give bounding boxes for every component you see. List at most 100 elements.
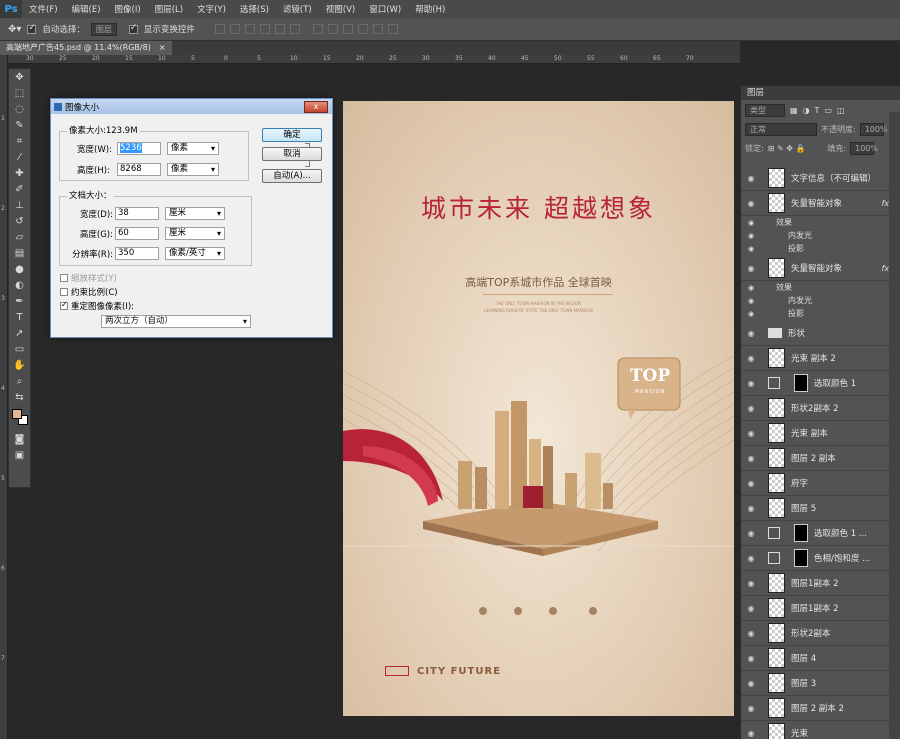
menu-layer[interactable]: 图层(L) — [148, 3, 190, 15]
resample-method-dropdown[interactable]: 两次立方（自动） — [101, 315, 251, 328]
layer-mask-thumbnail[interactable] — [794, 524, 808, 542]
path-select-icon[interactable]: ➚ — [9, 325, 30, 341]
hand-tool-icon[interactable]: ✋ — [9, 357, 30, 373]
layer-thumbnail[interactable] — [768, 258, 785, 278]
scale-styles-checkbox[interactable] — [60, 274, 68, 282]
eye-icon[interactable]: ◉ — [744, 479, 758, 488]
pixel-height-unit-dropdown[interactable]: 像素 — [167, 163, 219, 176]
menu-edit[interactable]: 编辑(E) — [65, 3, 108, 15]
distribute-hcenter-icon[interactable] — [372, 24, 383, 34]
close-icon[interactable]: × — [159, 41, 166, 55]
ok-button[interactable]: 确定 — [262, 128, 322, 142]
layer-effect-row[interactable]: ◉ 内发光 — [741, 229, 890, 242]
eye-icon[interactable]: ◉ — [744, 329, 758, 338]
eye-icon[interactable]: ◉ — [744, 554, 758, 563]
eye-icon[interactable]: ◉ — [744, 404, 758, 413]
filter-smart-icon[interactable]: ◫ — [837, 106, 845, 115]
layer-row[interactable]: ◉ 光束 副本 2 — [741, 346, 890, 371]
resolution-unit-dropdown[interactable]: 像素/英寸 — [165, 247, 225, 260]
adjustment-icon[interactable] — [768, 552, 780, 564]
layer-row[interactable]: ◉ 形状2副本 2 — [741, 396, 890, 421]
distribute-bottom-icon[interactable] — [342, 24, 353, 34]
filter-type-icon[interactable]: T — [815, 106, 820, 115]
eye-icon[interactable]: ◉ — [744, 679, 758, 688]
menu-file[interactable]: 文件(F) — [22, 3, 65, 15]
menu-select[interactable]: 选择(S) — [233, 3, 276, 15]
eye-icon[interactable]: ◉ — [744, 729, 758, 738]
layer-row[interactable]: ◉ 形状2副本 — [741, 621, 890, 646]
eye-icon[interactable]: ◉ — [744, 654, 758, 663]
fill-input[interactable]: 100% — [850, 142, 878, 155]
lasso-tool-icon[interactable]: ◌ — [9, 101, 30, 117]
menu-type[interactable]: 文字(Y) — [190, 3, 233, 15]
layer-effect-row[interactable]: ◉ 投影 — [741, 307, 890, 320]
eye-icon[interactable]: ◉ — [744, 297, 758, 305]
layer-thumbnail[interactable] — [768, 723, 785, 739]
eye-icon[interactable]: ◉ — [744, 174, 758, 183]
menu-filter[interactable]: 滤镜(T) — [276, 3, 319, 15]
eye-icon[interactable]: ◉ — [744, 454, 758, 463]
move-tool-icon[interactable]: ✥▾ — [8, 24, 21, 35]
menu-view[interactable]: 视图(V) — [319, 3, 362, 15]
layer-thumbnail[interactable] — [768, 698, 785, 718]
auto-select-checkbox[interactable] — [27, 23, 37, 34]
filter-adjust-icon[interactable]: ◑ — [803, 106, 810, 115]
layer-row[interactable]: ◉ 选取颜色 1 — [741, 371, 890, 396]
doc-height-input[interactable]: 60 — [115, 227, 159, 240]
layer-thumbnail[interactable] — [768, 598, 785, 618]
lock-pixels-icon[interactable]: ⊞ ✎ ✥ 🔒 — [768, 144, 806, 153]
pixel-width-unit-dropdown[interactable]: 像素 — [167, 142, 219, 155]
show-transform-checkbox[interactable] — [128, 23, 138, 34]
cancel-button[interactable]: 取消 — [262, 147, 322, 161]
doc-width-input[interactable]: 38 — [115, 207, 159, 220]
doc-height-unit-dropdown[interactable]: 厘米 — [165, 227, 225, 240]
opacity-input[interactable]: 100% — [859, 123, 888, 136]
align-right-icon[interactable] — [289, 24, 300, 34]
menu-help[interactable]: 帮助(H) — [408, 3, 452, 15]
menu-window[interactable]: 窗口(W) — [362, 3, 408, 15]
eye-icon[interactable]: ◉ — [744, 504, 758, 513]
align-hcenter-icon[interactable] — [274, 24, 285, 34]
align-top-icon[interactable] — [214, 24, 225, 34]
layer-thumbnail[interactable] — [768, 573, 785, 593]
brush-tool-icon[interactable]: ✐ — [9, 181, 30, 197]
align-bottom-icon[interactable] — [244, 24, 255, 34]
eye-icon[interactable]: ◉ — [744, 264, 758, 273]
distribute-left-icon[interactable] — [357, 24, 368, 34]
blur-icon[interactable]: ● — [9, 261, 30, 277]
layer-thumbnail[interactable] — [768, 648, 785, 668]
layer-thumbnail[interactable] — [768, 398, 785, 418]
layer-thumbnail[interactable] — [768, 348, 785, 368]
layer-effect-row[interactable]: ◉ 效果 — [741, 216, 890, 229]
align-vcenter-icon[interactable] — [229, 24, 240, 34]
layer-mask-thumbnail[interactable] — [794, 374, 808, 392]
layer-row[interactable]: ◉ 图层1副本 2 — [741, 571, 890, 596]
layer-row[interactable]: ◉ 图层 3 — [741, 671, 890, 696]
adjustment-icon[interactable] — [768, 527, 780, 539]
layer-thumbnail[interactable] — [768, 673, 785, 693]
layer-row[interactable]: ◉ 选取颜色 1 ... — [741, 521, 890, 546]
adjustment-icon[interactable] — [768, 377, 780, 389]
fx-icon[interactable]: fx — [881, 199, 889, 208]
shape-tool-icon[interactable]: ▭ — [9, 341, 30, 357]
marquee-tool-icon[interactable]: ⬚ — [9, 85, 30, 101]
layer-thumbnail[interactable] — [768, 193, 785, 213]
resolution-input[interactable]: 350 — [115, 247, 159, 260]
eye-icon[interactable]: ◉ — [744, 529, 758, 538]
constrain-checkbox[interactable] — [60, 288, 68, 296]
distribute-top-icon[interactable] — [312, 24, 323, 34]
eye-icon[interactable]: ◉ — [744, 232, 758, 240]
clone-stamp-icon[interactable]: ⊥ — [9, 197, 30, 213]
layer-row[interactable]: ◉ 矢量智能对象 fx — [741, 256, 890, 281]
layer-row[interactable]: ◉ 矢量智能对象 fx — [741, 191, 890, 216]
layer-row[interactable]: ◉ 文字信息（不可编辑） — [741, 166, 890, 191]
eye-icon[interactable]: ◉ — [744, 604, 758, 613]
eyedropper-icon[interactable]: ⁄ — [9, 149, 30, 165]
layer-thumbnail[interactable] — [768, 498, 785, 518]
quick-select-icon[interactable]: ✎ — [9, 117, 30, 133]
pen-tool-icon[interactable]: ✒ — [9, 293, 30, 309]
layer-mask-thumbnail[interactable] — [794, 549, 808, 567]
eraser-icon[interactable]: ▱ — [9, 229, 30, 245]
eye-icon[interactable]: ◉ — [744, 579, 758, 588]
layers-tab[interactable]: 图层 — [741, 86, 900, 100]
